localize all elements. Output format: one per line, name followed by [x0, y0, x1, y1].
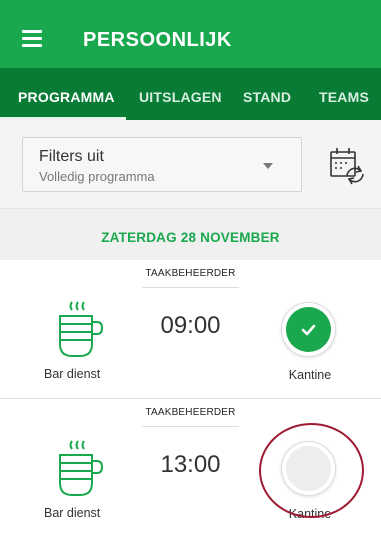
- date-label: ZATERDAG 28 NOVEMBER: [101, 230, 280, 245]
- filter-title: Filters uit: [39, 148, 104, 165]
- page-title: PERSOONLIJK: [83, 29, 232, 51]
- checkmark-icon: [286, 307, 331, 352]
- tab-programma[interactable]: PROGRAMMA: [18, 68, 115, 120]
- tab-teams[interactable]: TEAMS: [319, 68, 369, 120]
- chevron-down-icon: [263, 163, 273, 169]
- duty-name: Bar dienst: [44, 367, 101, 381]
- filter-dropdown[interactable]: Filters uit Volledig programma: [22, 137, 302, 192]
- duty-location: Kantine: [288, 368, 332, 382]
- app-bar: PERSOONLIJK: [0, 0, 381, 68]
- duty-name: Bar dienst: [44, 506, 101, 520]
- role-label: TAAKBEHEERDER: [145, 268, 236, 279]
- list-item[interactable]: TAAKBEHEERDER Bar dienst 09:00 Kantine: [0, 260, 381, 398]
- tab-stand[interactable]: STAND: [243, 68, 291, 120]
- date-header: ZATERDAG 28 NOVEMBER: [0, 208, 381, 260]
- divider: [142, 287, 239, 288]
- hamburger-menu-icon[interactable]: [22, 30, 42, 47]
- tab-uitslagen[interactable]: UITSLAGEN: [139, 68, 222, 120]
- annotation-highlight: [259, 423, 364, 518]
- tab-bar: PROGRAMMA UITSLAGEN STAND TEAMS: [0, 68, 381, 120]
- role-label: TAAKBEHEERDER: [145, 407, 236, 418]
- calendar-refresh-icon[interactable]: [328, 146, 366, 186]
- filter-subtitle: Volledig programma: [39, 169, 155, 184]
- divider: [142, 426, 239, 427]
- completion-toggle[interactable]: [281, 302, 336, 357]
